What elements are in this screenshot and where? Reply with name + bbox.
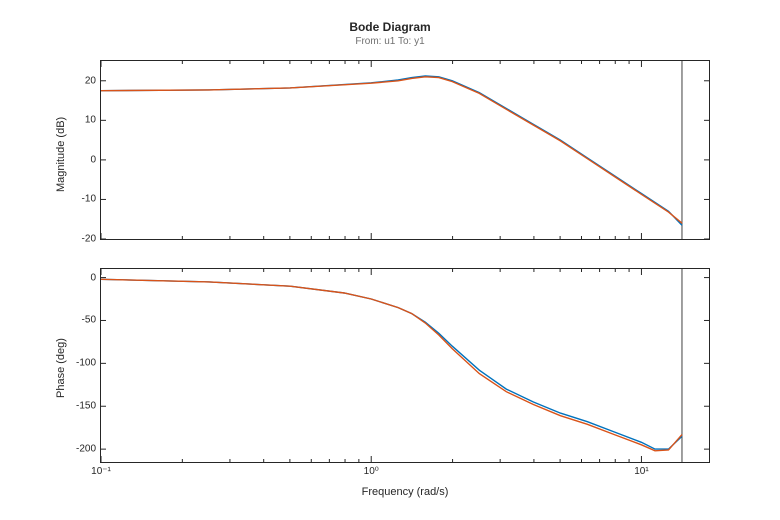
bode-figure: Bode Diagram From: u1 To: y1 -20-1001020…	[0, 0, 780, 520]
magnitude-ylabel: Magnitude (dB)	[55, 117, 67, 192]
frequency-xlabel: Frequency (rad/s)	[100, 486, 710, 498]
magnitude-plot	[101, 61, 709, 239]
ytick-label: 10	[85, 115, 96, 126]
ytick-label: -20	[82, 234, 96, 245]
ytick-label: -200	[76, 444, 96, 455]
series-blue	[101, 76, 682, 225]
phase-ylabel: Phase (deg)	[55, 338, 67, 398]
ytick-label: -10	[82, 194, 96, 205]
chart-title: Bode Diagram	[0, 20, 780, 34]
ytick-label: -50	[82, 315, 96, 326]
series-orange	[101, 77, 682, 223]
chart-subtitle: From: u1 To: y1	[0, 36, 780, 47]
xtick-label: 10¹	[634, 466, 648, 477]
xtick-label: 10⁰	[364, 466, 379, 477]
ytick-label: 0	[90, 272, 96, 283]
ytick-label: -150	[76, 401, 96, 412]
ytick-label: 0	[90, 154, 96, 165]
phase-plot	[101, 269, 709, 462]
phase-axes: -200-150-100-50010⁻¹10⁰10¹	[100, 268, 710, 463]
magnitude-axes: -20-1001020	[100, 60, 710, 240]
title-block: Bode Diagram From: u1 To: y1	[0, 20, 780, 47]
ytick-label: -100	[76, 358, 96, 369]
ytick-label: 20	[85, 75, 96, 86]
xtick-label: 10⁻¹	[91, 466, 111, 477]
